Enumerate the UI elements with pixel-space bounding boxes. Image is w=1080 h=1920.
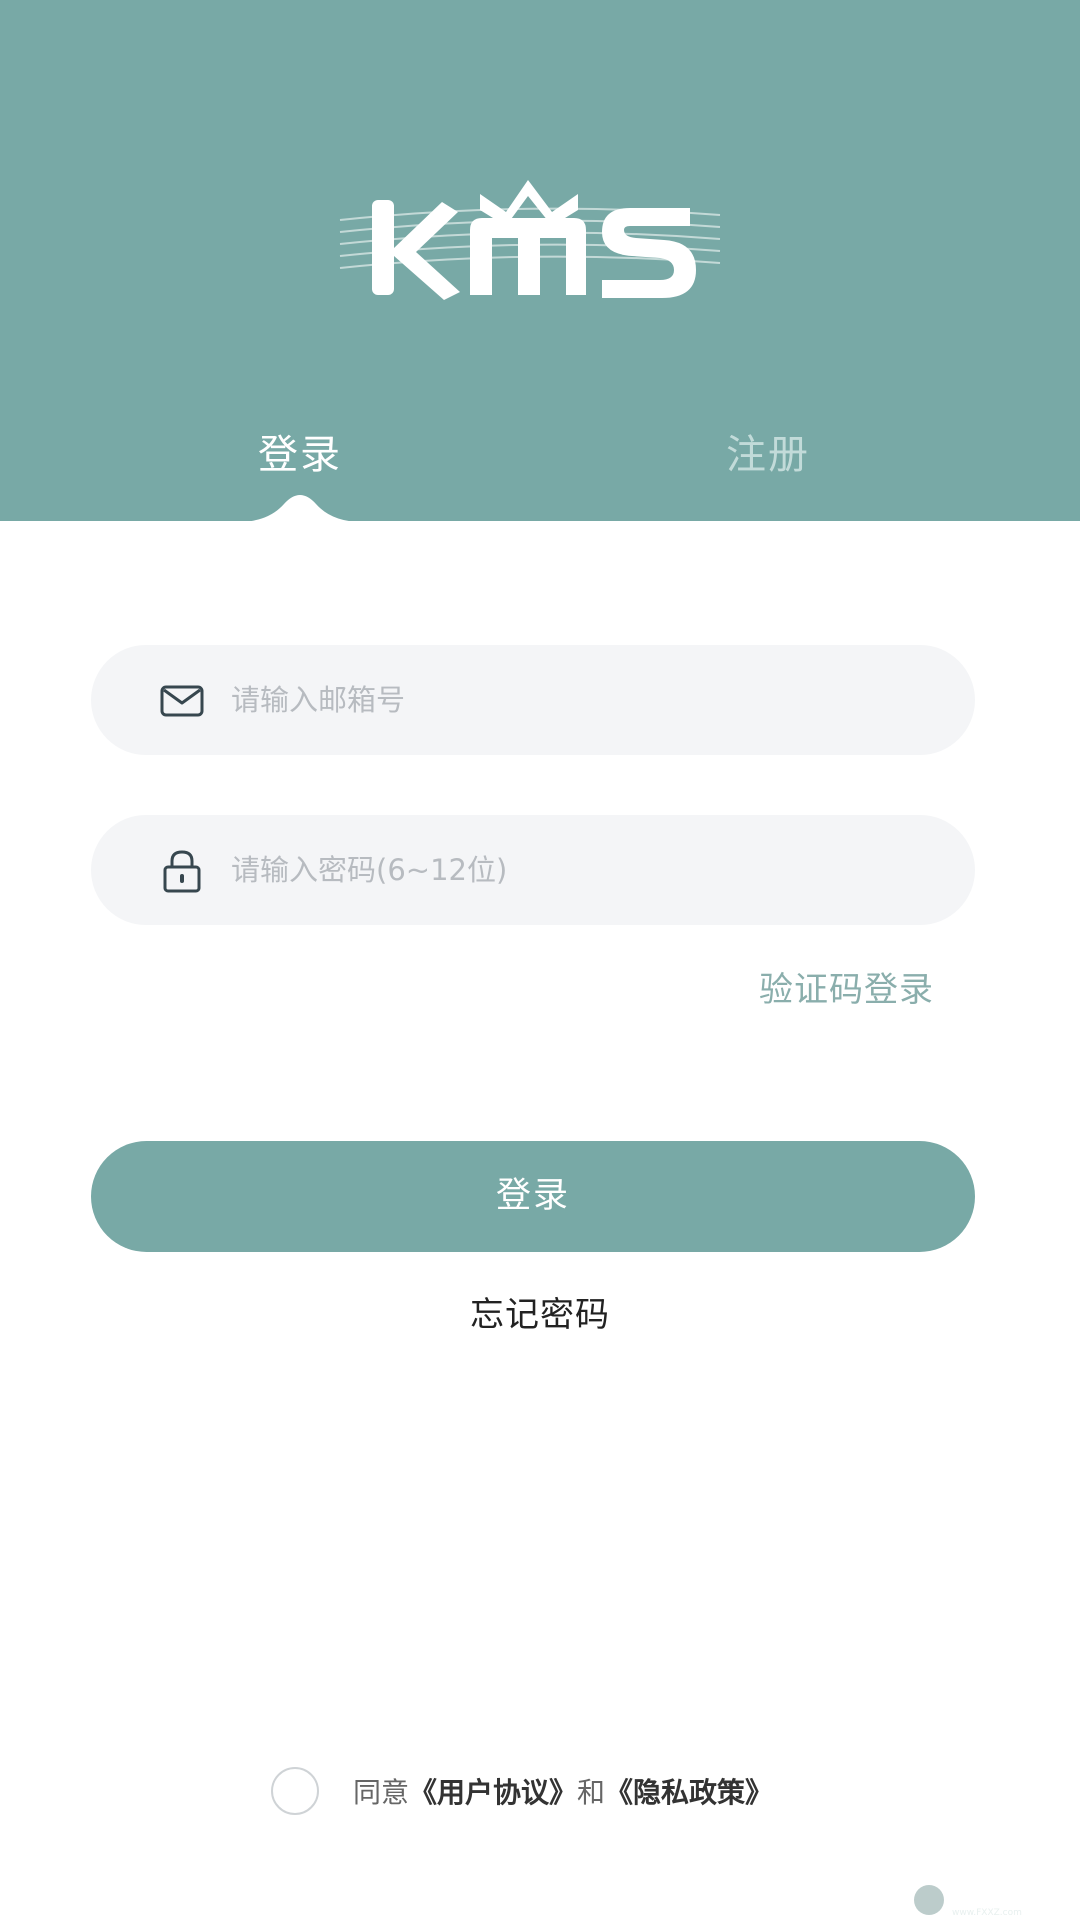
tab-register[interactable]: 注册 <box>658 425 878 485</box>
agree-conjunction: 和 <box>577 1776 606 1809</box>
header: 登录 注册 <box>0 0 1080 522</box>
password-input[interactable] <box>231 815 931 925</box>
login-button[interactable]: 登录 <box>91 1141 975 1252</box>
agree-radio[interactable] <box>271 1767 319 1815</box>
watermark-text: 飞翔下载 <box>950 1888 1014 1907</box>
login-screen: 登录 注册 验证码登录 登录 忘记密码 同意 《用户协议》 和 《隐私政策》 飞… <box>0 0 1080 1920</box>
lock-icon <box>163 850 201 893</box>
watermark: 飞翔下载 www.FXXZ.com <box>914 1885 1022 1917</box>
tab-login[interactable]: 登录 <box>190 425 410 485</box>
watermark-url: www.FXXZ.com <box>952 1908 1022 1917</box>
mail-icon <box>160 685 204 717</box>
privacy-policy-link[interactable]: 《隐私政策》 <box>605 1771 773 1811</box>
user-agreement-link[interactable]: 《用户协议》 <box>409 1771 577 1811</box>
email-input[interactable] <box>231 645 931 755</box>
forgot-password-link[interactable]: 忘记密码 <box>0 1290 1080 1340</box>
code-login-link[interactable]: 验证码登录 <box>759 965 934 1015</box>
agree-prefix: 同意 <box>353 1776 410 1809</box>
active-tab-indicator <box>238 495 362 522</box>
email-field <box>91 645 975 755</box>
agreement-row: 同意 《用户协议》 和 《隐私政策》 <box>271 1766 773 1816</box>
kms-logo <box>339 180 721 300</box>
password-field <box>91 815 975 925</box>
